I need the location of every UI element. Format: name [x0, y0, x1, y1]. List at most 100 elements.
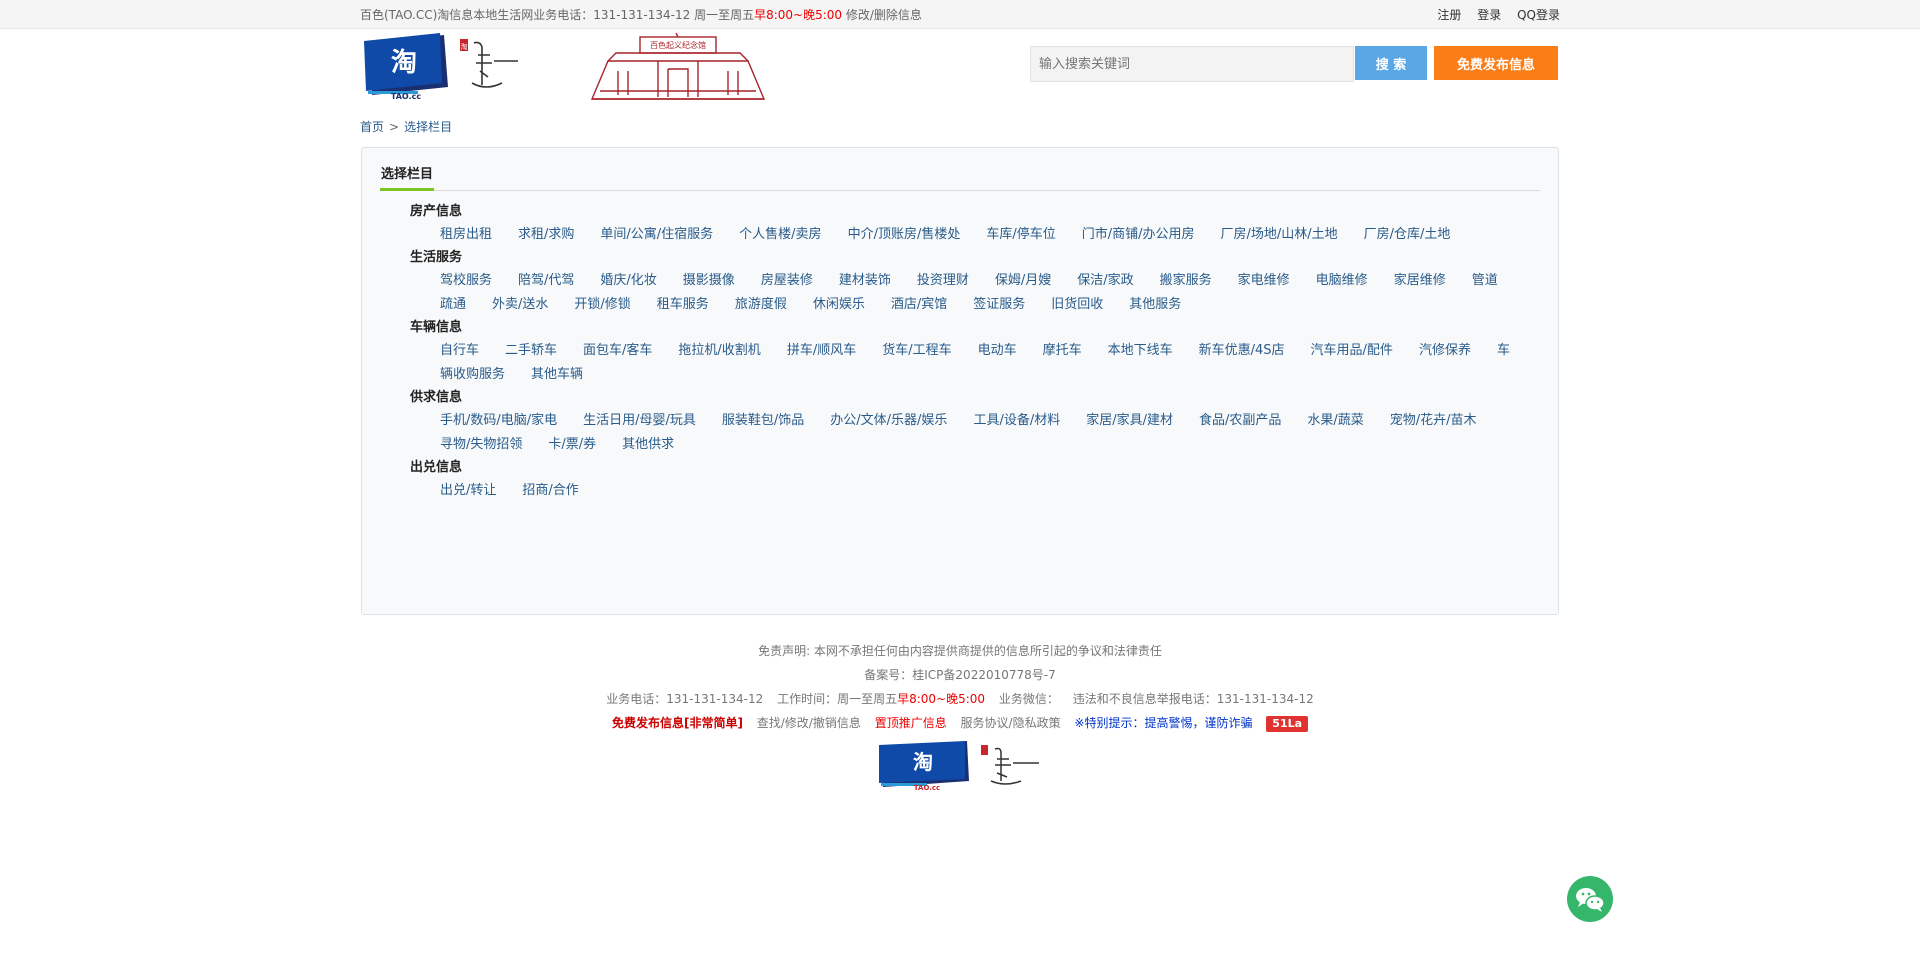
subcategory-link[interactable]: 家居维修: [1394, 273, 1446, 288]
subcategory-link[interactable]: 婚庆/化妆: [600, 273, 656, 288]
subcategory-link[interactable]: 出兑/转让: [440, 483, 496, 498]
subcategory-link[interactable]: 水果/蔬菜: [1307, 413, 1363, 428]
subcategory-link[interactable]: 电脑维修: [1316, 273, 1368, 288]
subcategory-link[interactable]: 货车/工程车: [882, 343, 951, 358]
subcategory-link[interactable]: 门市/商铺/办公用房: [1082, 227, 1195, 242]
subcategory-link[interactable]: 寻物/失物招领: [440, 437, 522, 452]
subcategory-link[interactable]: 拖拉机/收割机: [678, 343, 760, 358]
footer-logo-sub: TAO.cc: [914, 784, 940, 791]
logo-graphic: 淘 TAO.cc 淘: [364, 33, 518, 101]
footer: 免责声明: 本网不承担任何由内容提供商提供的信息所引起的争议和法律责任 备案号：…: [360, 639, 1560, 799]
subcategory-link[interactable]: 建材装饰: [839, 273, 891, 288]
category-title: 生活服务: [410, 250, 463, 265]
subcategory-link[interactable]: 摄影摄像: [683, 273, 735, 288]
subcategory-link[interactable]: 其他服务: [1129, 297, 1181, 312]
wechat-float-button[interactable]: [1567, 876, 1613, 922]
footer-worktime-hours: 早8:00~晚5:00: [897, 692, 986, 706]
subcategory-link[interactable]: 工具/设备/材料: [973, 413, 1060, 428]
subcategory-link[interactable]: 休闲娱乐: [813, 297, 865, 312]
panel-title: 选择栏目: [380, 162, 435, 191]
category-title: 车辆信息: [410, 320, 463, 335]
subcategory-link[interactable]: 汽车用品/配件: [1311, 343, 1393, 358]
subcategory-link[interactable]: 自行车: [440, 343, 479, 358]
subcategory-link[interactable]: 房屋装修: [761, 273, 813, 288]
subcategory-link[interactable]: 租房出租: [440, 227, 492, 242]
subcategory-link[interactable]: 搬家服务: [1160, 273, 1212, 288]
subcategory-link[interactable]: 电动车: [978, 343, 1017, 358]
subcategory-link[interactable]: 手机/数码/电脑/家电: [440, 413, 557, 428]
subcategory-link[interactable]: 摩托车: [1043, 343, 1082, 358]
subcategory-link[interactable]: 单间/公寓/住宿服务: [600, 227, 713, 242]
subcategory-link[interactable]: 保洁/家政: [1077, 273, 1133, 288]
subcategory-link[interactable]: 签证服务: [973, 297, 1025, 312]
subcategory-link[interactable]: 其他供求: [622, 437, 674, 452]
register-link[interactable]: 注册: [1437, 8, 1461, 22]
subcategory-link[interactable]: 生活日用/母婴/玩具: [583, 413, 696, 428]
category-items: 驾校服务 陪驾/代驾 婚庆/化妆 摄影摄像 房屋装修 建材装饰 投资理财 保姆/月嫂 保洁/家政…: [410, 269, 1510, 317]
logo-sub: TAO.cc: [391, 92, 421, 101]
footer-top-promo-link[interactable]: 置顶推广信息: [875, 716, 947, 730]
category-panel: 选择栏目 房产信息 租房出租 求租/求购 单间/公寓/住宿服务 个人售楼/卖房 中介/顶账…: [361, 147, 1559, 615]
subcategory-link[interactable]: 服装鞋包/饰品: [722, 413, 804, 428]
subcategory-link[interactable]: 中介/顶账房/售楼处: [848, 227, 961, 242]
subcategory-link[interactable]: 保姆/月嫂: [995, 273, 1051, 288]
site-logo[interactable]: 淘 TAO.cc 淘: [362, 33, 522, 105]
subcategory-link[interactable]: 开锁/修锁: [574, 297, 630, 312]
subcategory-link[interactable]: 求租/求购: [518, 227, 574, 242]
footer-logo: 淘 TAO.cc: [360, 741, 1560, 799]
stats-badge[interactable]: 51La: [1266, 715, 1309, 732]
user-links: 注册 登录 QQ登录: [1425, 6, 1560, 23]
search-input[interactable]: [1030, 46, 1354, 82]
subcategory-link[interactable]: 陪驾/代驾: [518, 273, 574, 288]
subcategory-link[interactable]: 新车优惠/4S店: [1199, 343, 1285, 358]
subcategory-link[interactable]: 酒店/宾馆: [891, 297, 947, 312]
subcategory-link[interactable]: 办公/文体/乐器/娱乐: [830, 413, 947, 428]
footer-links-row: 免费发布信息[非常简单] 查找/修改/撤销信息 置顶推广信息 服务协议/隐私政策…: [360, 711, 1560, 735]
logo-stamp: 淘: [461, 42, 468, 51]
subcategory-link[interactable]: 投资理财: [917, 273, 969, 288]
subcategory-link[interactable]: 汽修保养: [1419, 343, 1471, 358]
footer-free-post-link[interactable]: 免费发布信息[非常简单]: [612, 716, 743, 730]
subcategory-link[interactable]: 租车服务: [657, 297, 709, 312]
wechat-icon: [1576, 888, 1605, 912]
subcategory-link[interactable]: 外卖/送水: [492, 297, 548, 312]
subcategory-link[interactable]: 其他车辆: [531, 367, 583, 382]
subcategory-link[interactable]: 招商/合作: [522, 483, 578, 498]
subcategory-link[interactable]: 车库/停车位: [986, 227, 1055, 242]
subcategory-link[interactable]: 家电维修: [1238, 273, 1290, 288]
login-link[interactable]: 登录: [1477, 8, 1501, 22]
category-title: 供求信息: [410, 390, 463, 405]
top-hours: 早8:00~晚5:00: [754, 7, 843, 22]
subcategory-link[interactable]: 拼车/顺风车: [787, 343, 856, 358]
footer-report: 违法和不良信息举报电话：131-131-134-12: [1072, 692, 1314, 706]
breadcrumb-home[interactable]: 首页: [360, 120, 384, 134]
subcategory-link[interactable]: 厂房/场地/山林/土地: [1220, 227, 1337, 242]
subcategory-link[interactable]: 个人售楼/卖房: [739, 227, 821, 242]
subcategory-link[interactable]: 食品/农副产品: [1199, 413, 1281, 428]
footer-icp[interactable]: 备案号：桂ICP备2022010778号-7: [360, 663, 1560, 687]
breadcrumb: 首页 > 选择栏目: [360, 107, 1560, 147]
subcategory-link[interactable]: 二手轿车: [505, 343, 557, 358]
subcategory-link[interactable]: 旅游度假: [735, 297, 787, 312]
search-button[interactable]: 搜 索: [1355, 46, 1427, 80]
subcategory-link[interactable]: 面包车/客车: [583, 343, 652, 358]
edit-delete-link[interactable]: 修改/删除信息: [842, 8, 922, 22]
footer-warning: ※特别提示：提高警惕，谨防诈骗: [1074, 716, 1253, 730]
footer-worktime: 工作时间：周一至周五早8:00~晚5:00: [777, 692, 985, 706]
memorial-seal-icon: 百色起义纪念馆: [590, 32, 766, 100]
subcategory-link[interactable]: 驾校服务: [440, 273, 492, 288]
subcategory-link[interactable]: 家居/家具/建材: [1086, 413, 1173, 428]
subcategory-link[interactable]: 宠物/花卉/苗木: [1390, 413, 1477, 428]
category-title: 出兑信息: [410, 460, 463, 475]
category-items: 租房出租 求租/求购 单间/公寓/住宿服务 个人售楼/卖房 中介/顶账房/售楼处 车库/停…: [410, 223, 1510, 247]
qq-login-link[interactable]: QQ登录: [1517, 8, 1560, 22]
subcategory-link[interactable]: 本地下线车: [1108, 343, 1173, 358]
free-post-button[interactable]: 免费发布信息: [1434, 46, 1558, 80]
top-bar: 百色(TAO.CC)淘信息本地生活网业务电话：131-131-134-12 周一…: [0, 0, 1920, 29]
breadcrumb-separator: >: [389, 120, 400, 134]
subcategory-link[interactable]: 厂房/仓库/土地: [1364, 227, 1451, 242]
subcategory-link[interactable]: 旧货回收: [1051, 297, 1103, 312]
footer-terms-link[interactable]: 服务协议/隐私政策: [961, 716, 1061, 730]
subcategory-link[interactable]: 卡/票/券: [548, 437, 596, 452]
footer-manage-link[interactable]: 查找/修改/撤销信息: [757, 716, 861, 730]
